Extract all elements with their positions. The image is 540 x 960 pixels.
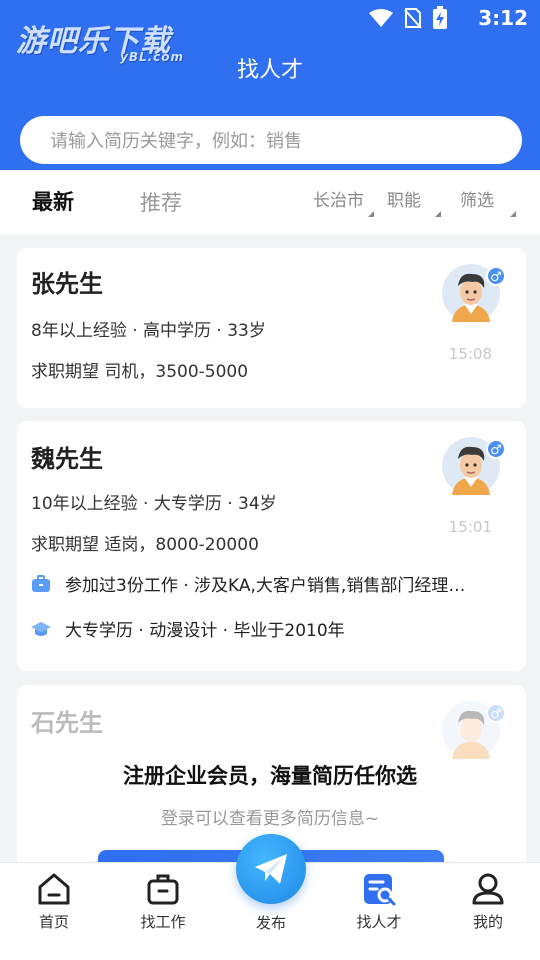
avatar: ♂ [442, 264, 506, 322]
candidate-card[interactable]: 张先生 8年以上经验 · 高中学历 · 33岁 求职期望 司机，3500-500… [17, 248, 526, 408]
briefcase-icon [32, 574, 50, 592]
filter-bar: 最新 推荐 长治市 职能 筛选 [0, 170, 540, 234]
avatar: ♂ [442, 437, 506, 495]
nav-mine-label: 我的 [472, 913, 503, 931]
candidate-name: 魏先生 [31, 445, 103, 473]
nav-find-job-label: 找工作 [140, 913, 186, 931]
user-icon [472, 873, 504, 905]
nav-publish-label: 发布 [255, 914, 286, 932]
status-icons [368, 6, 448, 30]
job-filter-label: 职能 [387, 191, 421, 211]
candidate-meta: 10年以上经验 · 大专学历 · 34岁 [31, 494, 277, 514]
candidate-card[interactable]: 魏先生 10年以上经验 · 大专学历 · 34岁 求职期望 适岗，8000-20… [17, 421, 526, 671]
promo-subtitle: 登录可以查看更多简历信息~ [160, 809, 380, 829]
candidate-name: 张先生 [31, 270, 103, 298]
work-experience-row: 参加过3份工作 · 涉及KA,大客户销售,销售部门经理… [31, 571, 465, 596]
more-filter[interactable]: 筛选 [460, 186, 516, 217]
nav-home[interactable]: 首页 [9, 871, 99, 932]
dropdown-triangle-icon [435, 211, 441, 217]
avatar: ♂ [442, 701, 506, 759]
paper-plane-icon [255, 854, 287, 884]
gender-male-icon: ♂ [486, 703, 506, 723]
gender-male-icon: ♂ [486, 439, 506, 459]
search-input[interactable]: 请输入简历关键字，例如：销售 [20, 116, 522, 164]
candidate-name: 石先生 [31, 709, 103, 737]
nav-find-job[interactable]: 找工作 [118, 871, 208, 932]
candidate-time: 15:01 [448, 518, 492, 536]
tab-recommend[interactable]: 推荐 [140, 187, 182, 217]
briefcase-icon [147, 874, 179, 905]
promo-title: 注册企业会员，海量简历任你选 [123, 764, 417, 788]
battery-charging-icon [433, 6, 447, 29]
education-text: 大专学历 · 动漫设计 · 毕业于2010年 [65, 621, 345, 641]
city-filter[interactable]: 长治市 [313, 186, 374, 217]
candidate-expectation: 求职期望 适岗，8000-20000 [31, 535, 259, 555]
page-title: 找人才 [236, 58, 303, 83]
gender-male-icon: ♂ [486, 266, 506, 286]
education-row: 大专学历 · 动漫设计 · 毕业于2010年 [31, 616, 345, 641]
nav-home-label: 首页 [38, 913, 69, 931]
dropdown-triangle-icon [510, 211, 516, 217]
talent-search-icon [364, 874, 396, 906]
nav-find-talent[interactable]: 找人才 [334, 871, 424, 932]
tab-newest[interactable]: 最新 [32, 186, 74, 216]
city-filter-label: 长治市 [313, 191, 364, 211]
candidate-meta: 8年以上经验 · 高中学历 · 33岁 [31, 321, 266, 341]
wifi-icon [369, 9, 393, 27]
header: 3:12 游吧乐下载 yBL.com 找人才 请输入简历关键字，例如：销售 [0, 0, 540, 170]
dropdown-triangle-icon [368, 211, 374, 217]
nav-find-talent-label: 找人才 [356, 913, 402, 931]
nav-mine[interactable]: 我的 [443, 871, 533, 932]
search-placeholder: 请输入简历关键字，例如：销售 [50, 131, 302, 152]
work-experience-text: 参加过3份工作 · 涉及KA,大客户销售,销售部门经理… [65, 576, 466, 596]
home-icon [38, 873, 70, 905]
candidate-expectation: 求职期望 司机，3500-5000 [31, 362, 249, 382]
no-sim-icon [404, 8, 422, 29]
publish-button[interactable] [236, 834, 306, 904]
status-time: 3:12 [478, 6, 528, 30]
graduation-cap-icon [31, 621, 51, 636]
more-filter-label: 筛选 [460, 191, 494, 211]
candidate-time: 15:08 [448, 345, 492, 363]
job-filter[interactable]: 职能 [387, 186, 441, 217]
